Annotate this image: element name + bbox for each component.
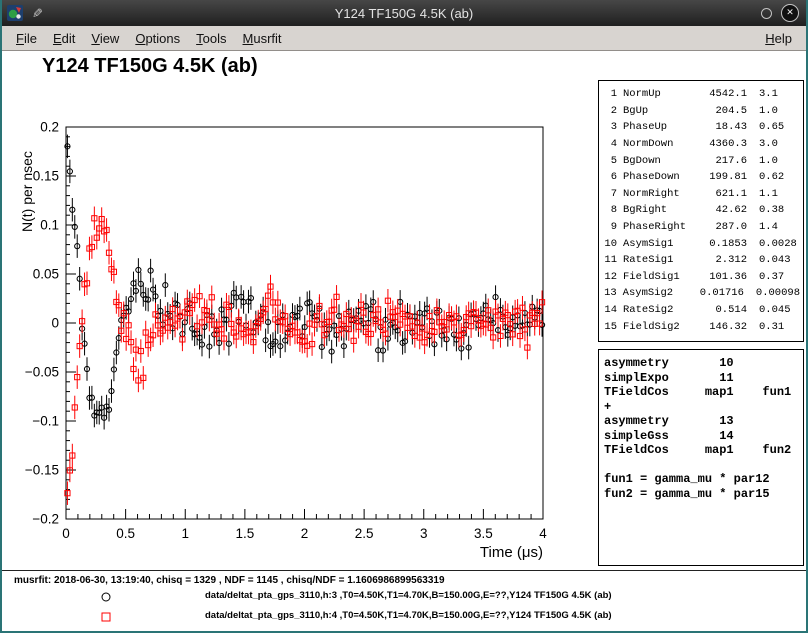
menu-items: FileEditViewOptionsToolsMusrfit bbox=[8, 28, 290, 49]
theory-line bbox=[604, 458, 798, 473]
menu-help[interactable]: Help bbox=[757, 28, 800, 49]
param-row-fieldsig1: 12FieldSig1101.360.37 bbox=[602, 269, 800, 286]
param-row-bgup: 2BgUp204.51.0 bbox=[602, 103, 800, 120]
param-row-bgright: 8BgRight42.620.38 bbox=[602, 202, 800, 219]
close-icon[interactable]: ✕ bbox=[781, 4, 799, 22]
param-row-asymsig2: 13AsymSig20.017160.00098 bbox=[602, 285, 800, 302]
theory-line: + bbox=[604, 400, 798, 415]
param-row-fieldsig2: 15FieldSig2146.320.31 bbox=[602, 318, 800, 335]
legend-label: data/deltat_pta_gps_3110,h:4 ,T0=4.50K,T… bbox=[205, 610, 612, 621]
legend-row-2: data/deltat_pta_gps_3110,h:4 ,T0=4.50K,T… bbox=[0, 606, 808, 626]
titlebar-right: ✕ bbox=[761, 0, 799, 26]
menu-view[interactable]: View bbox=[83, 28, 127, 49]
titlebar: ✎ Y124 TF150G 4.5K (ab) ✕ bbox=[0, 0, 808, 26]
theory-line: asymmetry 10 bbox=[604, 356, 798, 371]
param-row-normdown: 4NormDown4360.33.0 bbox=[602, 136, 800, 153]
param-row-phasedown: 6PhaseDown199.810.62 bbox=[602, 169, 800, 186]
menu-options[interactable]: Options bbox=[127, 28, 188, 49]
theory-line: simplExpo 11 bbox=[604, 371, 798, 386]
theory-line: asymmetry 13 bbox=[604, 414, 798, 429]
theory-line: fun1 = gamma_mu * par12 bbox=[604, 472, 798, 487]
window-title: Y124 TF150G 4.5K (ab) bbox=[335, 6, 474, 21]
param-row-asymsig1: 10AsymSig10.18530.0028 bbox=[602, 235, 800, 252]
maximize-icon[interactable] bbox=[761, 8, 772, 19]
legend-row-1: data/deltat_pta_gps_3110,h:3 ,T0=4.50K,T… bbox=[0, 586, 808, 606]
parameter-panel: 1NormUp4542.13.12BgUp204.51.03PhaseUp18.… bbox=[598, 80, 804, 342]
legend: data/deltat_pta_gps_3110,h:3 ,T0=4.50K,T… bbox=[0, 586, 808, 626]
titlebar-left: ✎ bbox=[7, 0, 42, 26]
application-window: ✎ Y124 TF150G 4.5K (ab) ✕ FileEditViewOp… bbox=[0, 0, 808, 633]
param-row-ratesig1: 11RateSig12.3120.043 bbox=[602, 252, 800, 269]
theory-panel: asymmetry 10simplExpo 11TFieldCos map1 f… bbox=[598, 349, 804, 566]
fit-status: musrfit: 2018-06-30, 13:19:40, chisq = 1… bbox=[14, 575, 445, 586]
menu-right: Help bbox=[757, 28, 800, 49]
plot-title: Y124 TF150G 4.5K (ab) bbox=[42, 55, 258, 78]
menu-file[interactable]: File bbox=[8, 28, 45, 49]
legend-label: data/deltat_pta_gps_3110,h:3 ,T0=4.50K,T… bbox=[205, 590, 612, 601]
theory-line: TFieldCos map1 fun2 bbox=[604, 443, 798, 458]
param-row-ratesig2: 14RateSig20.5140.045 bbox=[602, 302, 800, 319]
param-row-phaseright: 9PhaseRight287.01.4 bbox=[602, 219, 800, 236]
param-row-phaseup: 3PhaseUp18.430.65 bbox=[602, 119, 800, 136]
footer-divider bbox=[0, 570, 808, 571]
menu-musrfit[interactable]: Musrfit bbox=[235, 28, 290, 49]
param-row-normright: 7NormRight621.11.1 bbox=[602, 186, 800, 203]
theory-line: fun2 = gamma_mu * par15 bbox=[604, 487, 798, 502]
app-icon bbox=[7, 5, 23, 21]
pin-icon[interactable]: ✎ bbox=[28, 8, 44, 19]
menu-edit[interactable]: Edit bbox=[45, 28, 83, 49]
param-row-bgdown: 5BgDown217.61.0 bbox=[602, 152, 800, 169]
theory-line: simpleGss 14 bbox=[604, 429, 798, 444]
menubar: FileEditViewOptionsToolsMusrfit Help bbox=[0, 26, 808, 51]
theory-line: TFieldCos map1 fun1 bbox=[604, 385, 798, 400]
square-marker-icon bbox=[100, 610, 112, 628]
param-row-normup: 1NormUp4542.13.1 bbox=[602, 86, 800, 103]
menu-tools[interactable]: Tools bbox=[188, 28, 234, 49]
